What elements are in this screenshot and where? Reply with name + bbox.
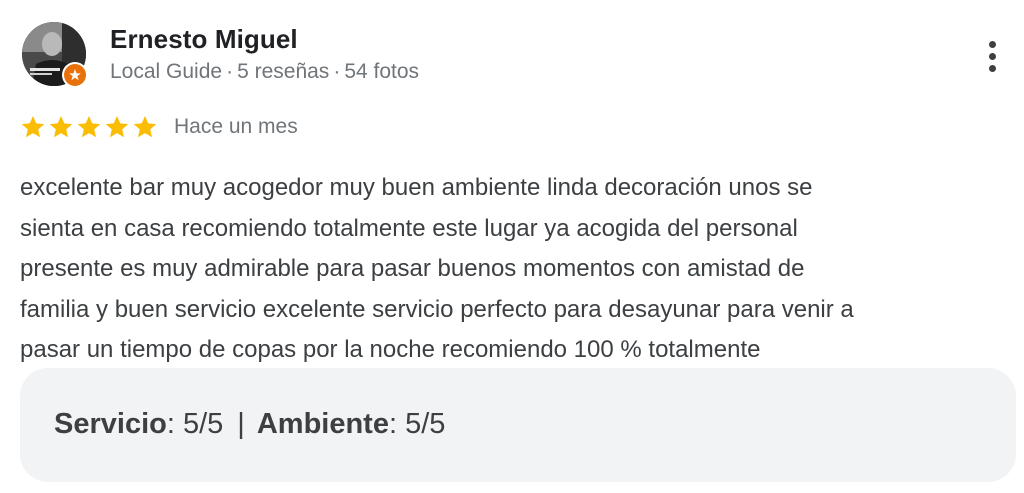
review-text-line: pasar un tiempo de copas por la noche re…	[20, 336, 761, 363]
attribute-colon: :	[166, 408, 183, 440]
review-text-line: excelente bar muy acogedor muy buen ambi…	[20, 174, 813, 201]
attribute-divider: |	[237, 408, 245, 440]
star-rating	[20, 114, 158, 140]
review-time: Hace un mes	[174, 115, 298, 138]
reviewer-meta: Local Guide · 5 reseñas · 54 fotos	[110, 60, 419, 84]
star-icon	[49, 115, 73, 138]
more-vert-icon	[988, 52, 996, 60]
more-options-button[interactable]	[974, 36, 1010, 76]
attribute-value-servicio: 5/5	[182, 408, 224, 440]
meta-separator: ·	[226, 60, 234, 83]
star-icon	[21, 115, 45, 138]
local-guide-star-icon	[69, 69, 81, 81]
attribute-value-ambiente: 5/5	[405, 408, 446, 440]
star-icon	[133, 115, 157, 138]
reviewer-name[interactable]: Ernesto Miguel	[110, 24, 298, 55]
attribute-label-servicio: Servicio	[54, 408, 167, 440]
local-guide-badge	[62, 62, 88, 88]
attributes-line: Servicio: 5/5 | Ambiente: 5/5	[54, 408, 445, 441]
meta-separator: ·	[333, 60, 341, 83]
review-text: excelente bar muy acogedor muy buen ambi…	[20, 168, 1010, 371]
review-text-line: sienta en casa recomiendo totalmente est…	[20, 214, 798, 242]
review-card: Ernesto Miguel Local Guide · 5 reseñas · 54 …	[0, 0, 1024, 493]
rating-row: Hace un mes	[20, 112, 298, 142]
photo-count: 54 fotos	[344, 60, 420, 83]
review-count: 5 reseñas	[237, 60, 330, 83]
review-text-line: familia y buen servicio excelente servic…	[20, 295, 854, 323]
local-guide-label: Local Guide	[110, 60, 223, 83]
more-vert-icon	[988, 40, 996, 48]
attributes-box: Servicio: 5/5 | Ambiente: 5/5	[20, 368, 1016, 482]
avatar-container[interactable]	[22, 22, 88, 88]
more-vert-icon	[988, 64, 996, 72]
attribute-colon: :	[388, 408, 406, 440]
review-text-line: presente es muy admirable para pasar bue…	[20, 255, 805, 282]
attribute-label-ambiente: Ambiente	[256, 408, 389, 440]
star-icon	[105, 115, 129, 138]
star-icon	[77, 115, 101, 138]
